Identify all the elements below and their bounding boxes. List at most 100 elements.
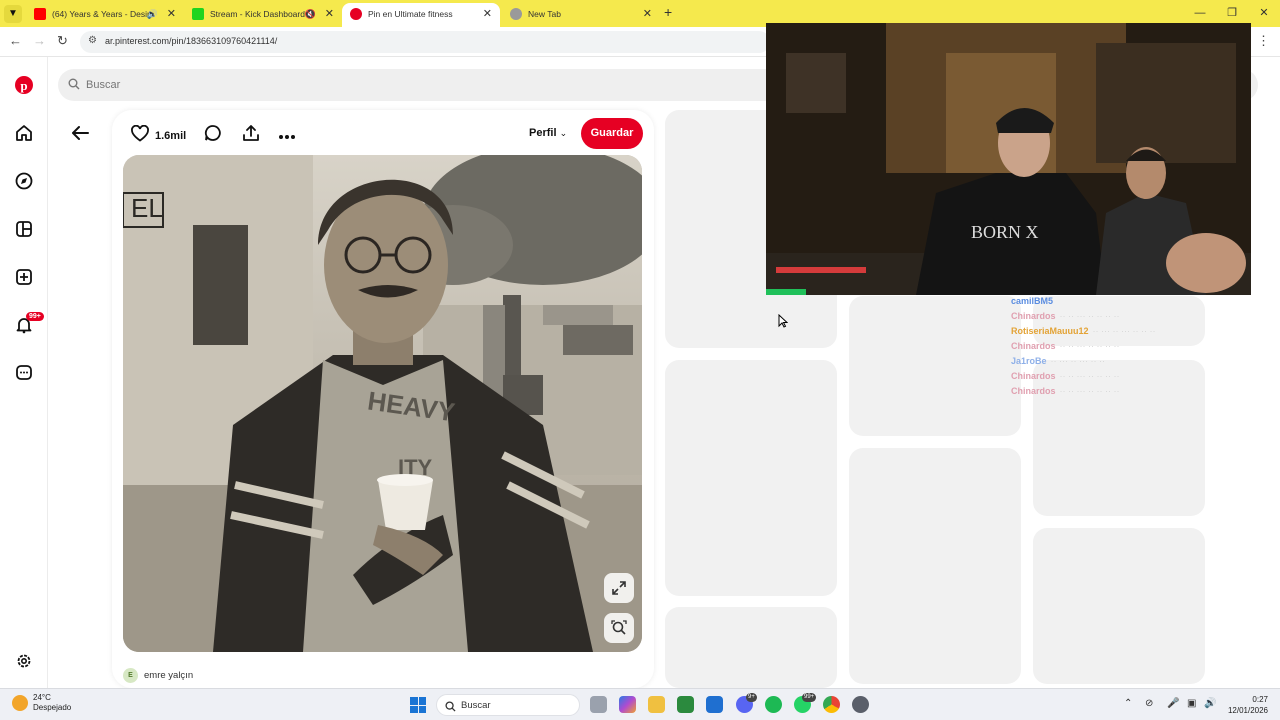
site-info-icon[interactable]: ⚙	[88, 35, 97, 46]
loading-placeholder	[1033, 528, 1205, 684]
copilot-icon[interactable]	[619, 696, 636, 713]
chat-username: Ja1roBe	[1011, 356, 1047, 366]
back-icon[interactable]: ←	[9, 33, 22, 48]
moon-weather-icon	[12, 695, 28, 711]
board-select-dropdown[interactable]: Perfil ⌄	[529, 127, 567, 139]
chat-message: Chinardos ·· ·· ··· ·· ·· ·· ··	[1011, 309, 1251, 324]
taskbar-search-input[interactable]: Buscar	[436, 694, 580, 716]
clock-time: 0:27	[1252, 695, 1268, 704]
volume-icon[interactable]: 🔊	[1204, 698, 1216, 709]
reload-icon[interactable]: ↻	[57, 33, 68, 49]
comment-icon[interactable]	[204, 124, 222, 147]
chat-message: Chinardos ·· ·· ··· ·· ·· ·· ··	[1011, 384, 1251, 399]
save-button[interactable]: Guardar	[581, 118, 643, 149]
boards-icon[interactable]	[12, 217, 36, 241]
windows-start-icon[interactable]	[410, 697, 426, 713]
tab-youtube[interactable]: (64) Years & Years - Desire 🔊 ✕	[26, 3, 184, 27]
chat-text: ·· ··· ·· ··· ·· ·· ··	[1092, 326, 1156, 336]
system-clock[interactable]: 0:27 12/01/2026	[1228, 694, 1268, 716]
close-tab-icon[interactable]: ✕	[483, 3, 492, 25]
explore-icon[interactable]	[12, 169, 36, 193]
loading-placeholder	[665, 607, 837, 688]
outlook-icon[interactable]	[706, 696, 723, 713]
file-explorer-icon[interactable]	[648, 696, 665, 713]
new-tab-button[interactable]: +	[664, 4, 672, 20]
spotify-icon[interactable]	[765, 696, 782, 713]
weather-condition: Despejado	[33, 703, 72, 712]
expand-icon[interactable]	[604, 573, 634, 603]
pinterest-icon	[350, 8, 362, 20]
chat-message: Chinardos ·· ·· ··· ·· ·· ·· ··	[1011, 339, 1251, 354]
chat-message: camilBM5	[1011, 294, 1251, 309]
chat-text: ·· ··· ·· ··· ·· ··	[1050, 356, 1105, 366]
chevron-up-icon[interactable]: ⌃	[1124, 698, 1132, 709]
webcam-scene: BORN X	[766, 23, 1251, 295]
chat-username: Chinardos	[1011, 371, 1056, 381]
mouse-cursor-icon	[778, 313, 789, 333]
close-window-icon[interactable]: ✕	[1248, 0, 1280, 27]
microphone-icon[interactable]: 🎤	[1167, 698, 1179, 709]
chat-message: Ja1roBe ·· ··· ·· ··· ·· ··	[1011, 354, 1251, 369]
kick-icon	[192, 8, 204, 20]
chrome-taskbar-icon[interactable]	[823, 696, 840, 713]
forward-icon[interactable]: →	[33, 33, 46, 48]
excel-icon[interactable]	[677, 696, 694, 713]
audio-playing-icon[interactable]: 🔊	[147, 3, 158, 25]
discord-badge: 9+	[746, 693, 757, 702]
display-icon[interactable]: ▣	[1187, 698, 1196, 709]
whatsapp-badge: 99+	[802, 693, 817, 702]
taskbar-search-placeholder: Buscar	[461, 700, 491, 711]
board-select-label: Perfil	[529, 127, 557, 139]
more-options-icon[interactable]	[278, 127, 296, 145]
close-tab-icon[interactable]: ✕	[325, 3, 334, 25]
muted-icon[interactable]: 🔇	[305, 3, 316, 25]
messages-icon[interactable]	[12, 361, 36, 385]
visual-search-icon[interactable]	[604, 613, 634, 643]
network-off-icon[interactable]: ⊘	[1145, 698, 1153, 709]
task-view-icon[interactable]	[590, 696, 607, 713]
tab-search-button[interactable]: ▼	[4, 5, 22, 23]
tab-new-tab[interactable]: New Tab ✕	[502, 3, 660, 27]
close-tab-icon[interactable]: ✕	[643, 3, 652, 25]
svg-text:p: p	[20, 78, 27, 93]
webcam-overlay: BORN X	[766, 23, 1251, 295]
like-count: 1.6mil	[155, 129, 187, 142]
pin-image[interactable]: EL HEAVY ITY	[123, 155, 642, 652]
create-icon[interactable]	[12, 265, 36, 289]
address-bar[interactable]: ⚙ ar.pinterest.com/pin/18366310976042111…	[80, 31, 770, 53]
pinterest-logo-icon[interactable]: p	[12, 73, 36, 97]
chat-text: ·· ·· ··· ·· ·· ·· ··	[1059, 386, 1120, 396]
heart-icon[interactable]	[131, 124, 149, 147]
back-arrow-icon[interactable]	[70, 124, 90, 147]
pin-author[interactable]: E emre yalçın	[123, 668, 193, 683]
search-placeholder: Buscar	[86, 79, 121, 91]
temperature: 24°C	[33, 693, 51, 702]
weather-widget[interactable]: 24°C Despejado	[12, 693, 71, 713]
browser-menu-icon[interactable]: ⋮	[1257, 33, 1270, 49]
home-icon[interactable]	[12, 121, 36, 145]
obs-icon[interactable]	[852, 696, 869, 713]
tab-pinterest[interactable]: Pin en Ultimate fitness ✕	[342, 3, 500, 27]
pin-photo-illustration: EL HEAVY ITY	[123, 155, 642, 652]
svg-text:BORN X: BORN X	[971, 222, 1039, 242]
tab-title: (64) Years & Years - Desire	[52, 9, 155, 19]
chat-text: ·· ·· ··· ·· ·· ·· ··	[1059, 311, 1120, 321]
tab-title: New Tab	[528, 9, 561, 19]
tab-kick-dashboard[interactable]: Stream - Kick Dashboard 🔇 ✕	[184, 3, 342, 27]
loading-placeholder	[849, 448, 1021, 684]
settings-icon[interactable]	[12, 649, 36, 673]
loading-placeholder	[665, 360, 837, 596]
chat-username: camilBM5	[1011, 296, 1054, 306]
url-text: ar.pinterest.com/pin/183663109760421114/	[105, 36, 278, 46]
tab-title: Stream - Kick Dashboard	[210, 9, 305, 19]
chat-username: Chinardos	[1011, 386, 1056, 396]
notification-badge: 99+	[26, 312, 44, 321]
chat-username: Chinardos	[1011, 311, 1056, 321]
chat-text: ·· ·· ··· ·· ·· ·· ··	[1059, 371, 1120, 381]
share-icon[interactable]	[242, 124, 260, 147]
search-icon	[445, 699, 456, 717]
stream-chat-overlay: camilBM5 Chinardos ·· ·· ··· ·· ·· ·· ·· Ro…	[1011, 294, 1251, 399]
chevron-down-icon: ⌄	[559, 128, 568, 138]
close-tab-icon[interactable]: ✕	[167, 3, 176, 25]
youtube-icon	[34, 8, 46, 20]
